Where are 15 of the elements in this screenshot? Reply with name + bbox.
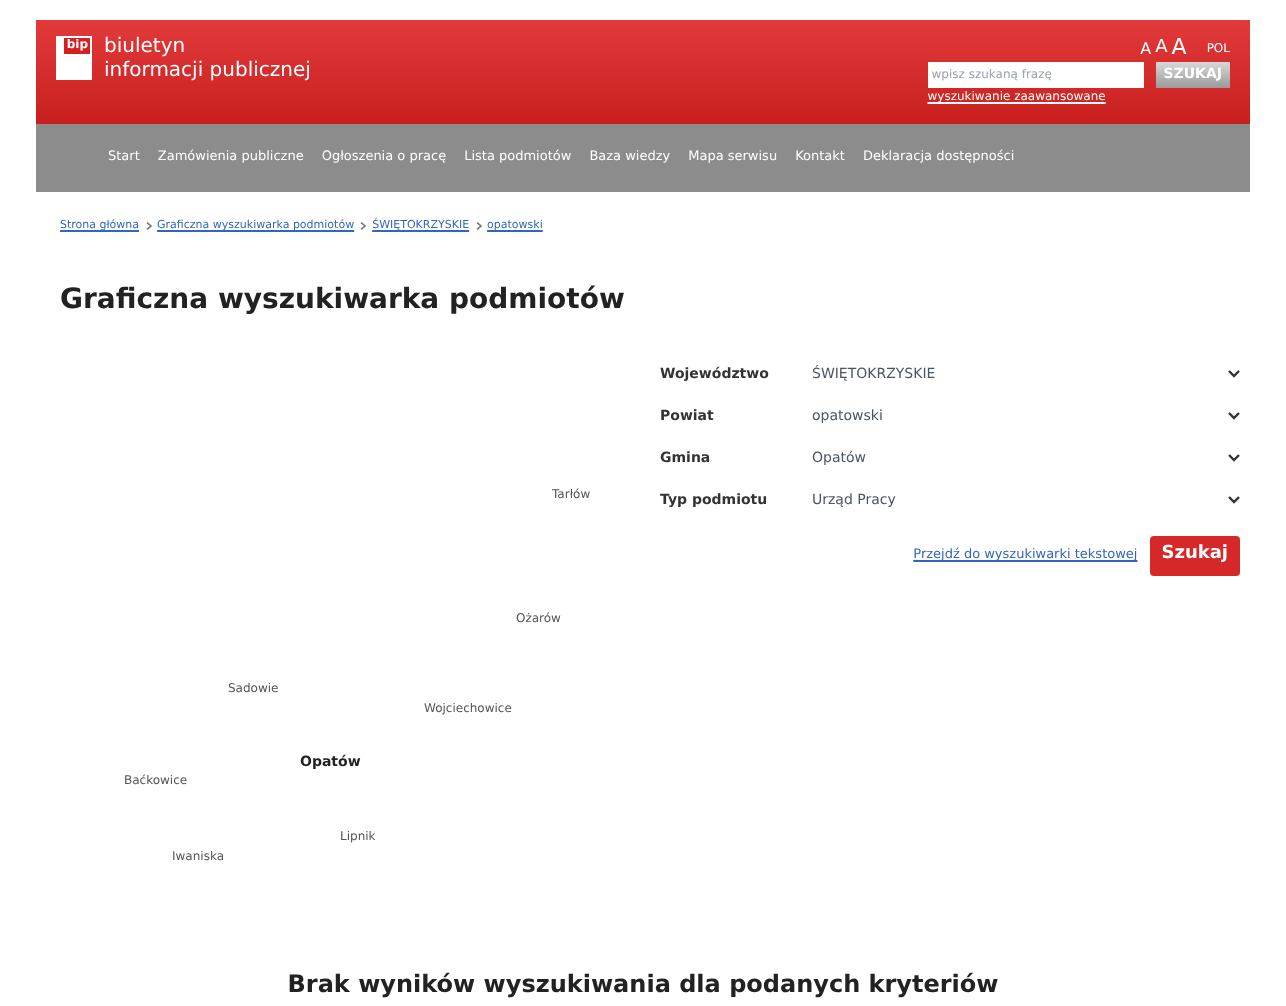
chevron-right-icon	[145, 222, 152, 231]
chevron-right-icon	[475, 222, 482, 231]
chevron-right-icon	[360, 222, 367, 231]
search-button[interactable]: Szukaj	[1149, 536, 1240, 575]
page-title: Graficzna wyszukiwarka podmiotów	[60, 282, 627, 321]
chevron-down-icon	[1228, 454, 1240, 462]
font-size-button[interactable]: A	[1171, 36, 1187, 58]
chevron-down-icon	[1228, 370, 1240, 378]
logo-text: biuletyn	[104, 36, 188, 60]
no-results-message: Brak wyników wyszukiwania dla podanych kryteriów	[285, 968, 1001, 1002]
chevron-down-icon	[1228, 412, 1240, 420]
font-size-button[interactable]: A	[1155, 40, 1168, 58]
font-size-button[interactable]: A	[1140, 42, 1152, 58]
chevron-down-icon	[1228, 496, 1240, 504]
logo-text: informacji publicznej	[104, 60, 311, 84]
